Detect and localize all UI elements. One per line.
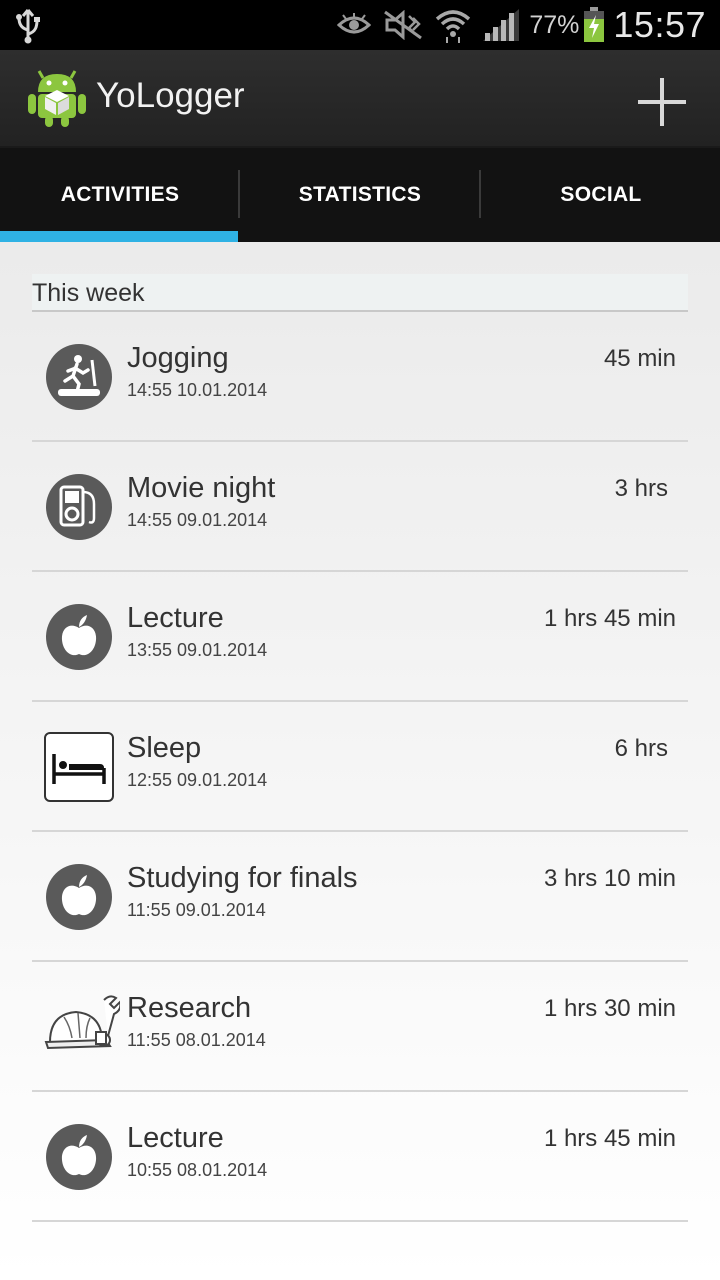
tab-social[interactable]: SOCIAL xyxy=(481,148,720,242)
activity-title: Sleep xyxy=(127,732,202,764)
tab-bar: ACTIVITIES STATISTICS SOCIAL xyxy=(0,148,720,242)
media-player-icon xyxy=(44,472,114,542)
signal-icon xyxy=(483,9,520,41)
activity-datetime: 13:55 09.01.2014 xyxy=(127,640,268,660)
list-item[interactable]: Lecture 10:55 08.01.2014 1 hrs 45 min xyxy=(32,1092,688,1222)
apple-icon xyxy=(44,602,114,672)
list-item[interactable]: Jogging 14:55 10.01.2014 45 min xyxy=(32,312,688,442)
activity-title: Research xyxy=(127,992,252,1024)
activity-datetime: 10:55 08.01.2014 xyxy=(127,1160,268,1180)
list-item[interactable]: Sleep 12:55 09.01.2014 6 hrs xyxy=(32,702,688,832)
battery-charging-icon xyxy=(583,7,605,43)
action-bar: YoLogger xyxy=(0,50,720,148)
activity-duration: 45 min xyxy=(603,345,676,372)
activity-datetime: 12:55 09.01.2014 xyxy=(127,770,268,790)
mute-icon xyxy=(383,10,423,40)
tab-activities[interactable]: ACTIVITIES xyxy=(0,148,240,242)
activity-title: Lecture xyxy=(127,602,224,634)
activity-title: Movie night xyxy=(127,472,276,504)
list-item[interactable]: Studying for finals 11:55 09.01.2014 3 h… xyxy=(32,832,688,962)
status-bar: 77% 15:57 xyxy=(0,0,720,50)
list-item[interactable]: Movie night 14:55 09.01.2014 3 hrs xyxy=(32,442,688,572)
wifi-icon xyxy=(435,7,471,43)
battery-percent: 77% xyxy=(529,10,580,39)
eye-icon xyxy=(337,13,372,37)
activity-datetime: 11:55 09.01.2014 xyxy=(127,900,266,920)
add-activity-button[interactable] xyxy=(632,72,692,132)
activity-duration: 3 hrs xyxy=(614,475,668,502)
section-header: This week xyxy=(32,274,688,312)
selected-tab-indicator xyxy=(0,231,238,242)
activity-duration: 3 hrs 10 min xyxy=(543,865,676,892)
activity-datetime: 11:55 08.01.2014 xyxy=(127,1030,266,1050)
activity-datetime: 14:55 09.01.2014 xyxy=(127,510,268,530)
usb-icon xyxy=(14,8,42,49)
apple-icon xyxy=(44,1122,114,1192)
hardhat-wrench-icon xyxy=(44,992,122,1062)
activity-datetime: 14:55 10.01.2014 xyxy=(127,380,268,400)
treadmill-icon xyxy=(44,342,114,412)
android-logo[interactable] xyxy=(26,66,88,128)
list-item[interactable]: Research 11:55 08.01.2014 1 hrs 30 min xyxy=(32,962,688,1092)
tab-statistics[interactable]: STATISTICS xyxy=(240,148,480,242)
activity-title: Lecture xyxy=(127,1122,224,1154)
activity-duration: 6 hrs xyxy=(614,735,668,762)
activity-duration: 1 hrs 30 min xyxy=(543,995,676,1022)
app-title: YoLogger xyxy=(96,76,245,115)
activity-duration: 1 hrs 45 min xyxy=(543,605,676,632)
activity-duration: 1 hrs 45 min xyxy=(543,1125,676,1152)
apple-icon xyxy=(44,862,114,932)
list-item[interactable]: Lecture 13:55 09.01.2014 1 hrs 45 min xyxy=(32,572,688,702)
bed-icon xyxy=(44,732,114,802)
activity-title: Jogging xyxy=(127,342,229,374)
plus-icon xyxy=(638,78,686,126)
clock: 15:57 xyxy=(613,4,706,45)
activity-title: Studying for finals xyxy=(127,862,358,894)
